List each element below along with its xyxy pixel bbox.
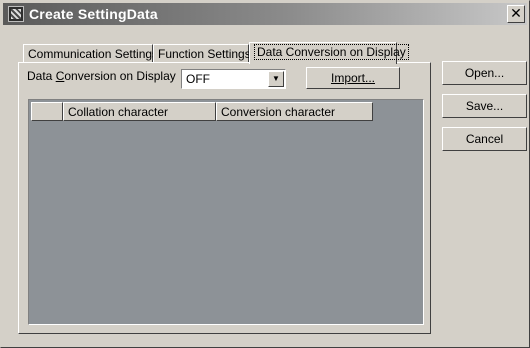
cancel-button-label: Cancel	[465, 132, 504, 146]
close-button[interactable]: ✕	[507, 5, 525, 23]
column-header-conversion-character[interactable]: Conversion character	[216, 102, 373, 121]
row-header-corner	[31, 102, 63, 121]
tab-label: Function Settings	[158, 47, 251, 61]
label-rest: onversion on Display	[64, 69, 176, 83]
data-conversion-label: Data Conversion on Display	[27, 69, 176, 83]
tab-function-settings[interactable]: Function Settings	[153, 44, 251, 64]
import-button[interactable]: Import...	[306, 67, 400, 89]
app-icon	[8, 6, 24, 22]
tab-communication-settings[interactable]: Communication Settings	[23, 44, 158, 64]
dialog-window: Create SettingData ✕ Communication Setti…	[0, 0, 530, 348]
tab-label: Data Conversion on Display	[254, 44, 409, 60]
tab-data-conversion-on-display[interactable]: Data Conversion on Display	[249, 42, 409, 64]
save-button-label: Save...	[465, 99, 504, 113]
open-button-label: Open...	[464, 66, 505, 80]
data-conversion-select[interactable]: OFF ▼	[181, 69, 286, 89]
import-button-label: Import...	[330, 71, 375, 85]
chevron-down-icon[interactable]: ▼	[268, 71, 284, 87]
open-button[interactable]: Open...	[442, 61, 527, 85]
tab-label: Communication Settings	[28, 47, 159, 61]
conversion-table[interactable]: Collation character Conversion character	[28, 99, 424, 325]
label-prefix: Data	[27, 69, 56, 83]
select-value: OFF	[186, 72, 210, 86]
title-bar[interactable]: Create SettingData ✕	[3, 3, 527, 25]
window-title: Create SettingData	[29, 6, 158, 22]
column-header-collation-character[interactable]: Collation character	[63, 102, 216, 121]
save-button[interactable]: Save...	[442, 94, 527, 118]
cancel-button[interactable]: Cancel	[442, 127, 527, 151]
